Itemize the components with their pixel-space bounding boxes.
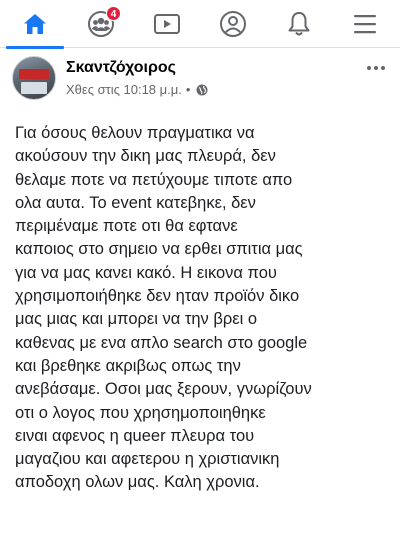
globe-icon — [196, 84, 208, 95]
tab-profile[interactable] — [200, 0, 266, 48]
groups-notification-badge: 4 — [106, 6, 121, 21]
meta-separator: • — [185, 82, 191, 97]
profile-icon — [220, 11, 246, 37]
hamburger-menu-icon — [354, 15, 376, 34]
tab-menu[interactable] — [332, 0, 398, 48]
post-meta: Χθες στις 10:18 μ.μ. • — [66, 82, 208, 97]
post-header: Σκαντζόχοιρος Χθες στις 10:18 μ.μ. • — [0, 48, 400, 110]
more-options-button[interactable] — [362, 58, 390, 78]
tab-notifications[interactable] — [266, 0, 332, 48]
avatar[interactable] — [12, 56, 56, 100]
post-author-name[interactable]: Σκαντζόχοιρος — [66, 59, 176, 77]
tab-groups[interactable]: 4 — [68, 0, 134, 48]
home-icon — [24, 14, 46, 34]
video-icon — [154, 14, 180, 34]
top-navigation-bar: 4 — [0, 0, 400, 49]
post-content: Για όσους θελουν πραγματικα να ακούσουν … — [15, 122, 393, 495]
post-text: Για όσους θελουν πραγματικα να ακούσουν … — [15, 124, 312, 492]
more-options-icon — [367, 66, 385, 70]
tab-watch[interactable] — [134, 0, 200, 48]
bell-icon — [288, 12, 310, 36]
tab-home[interactable] — [2, 0, 68, 49]
post-timestamp[interactable]: Χθες στις 10:18 μ.μ. — [66, 82, 182, 97]
